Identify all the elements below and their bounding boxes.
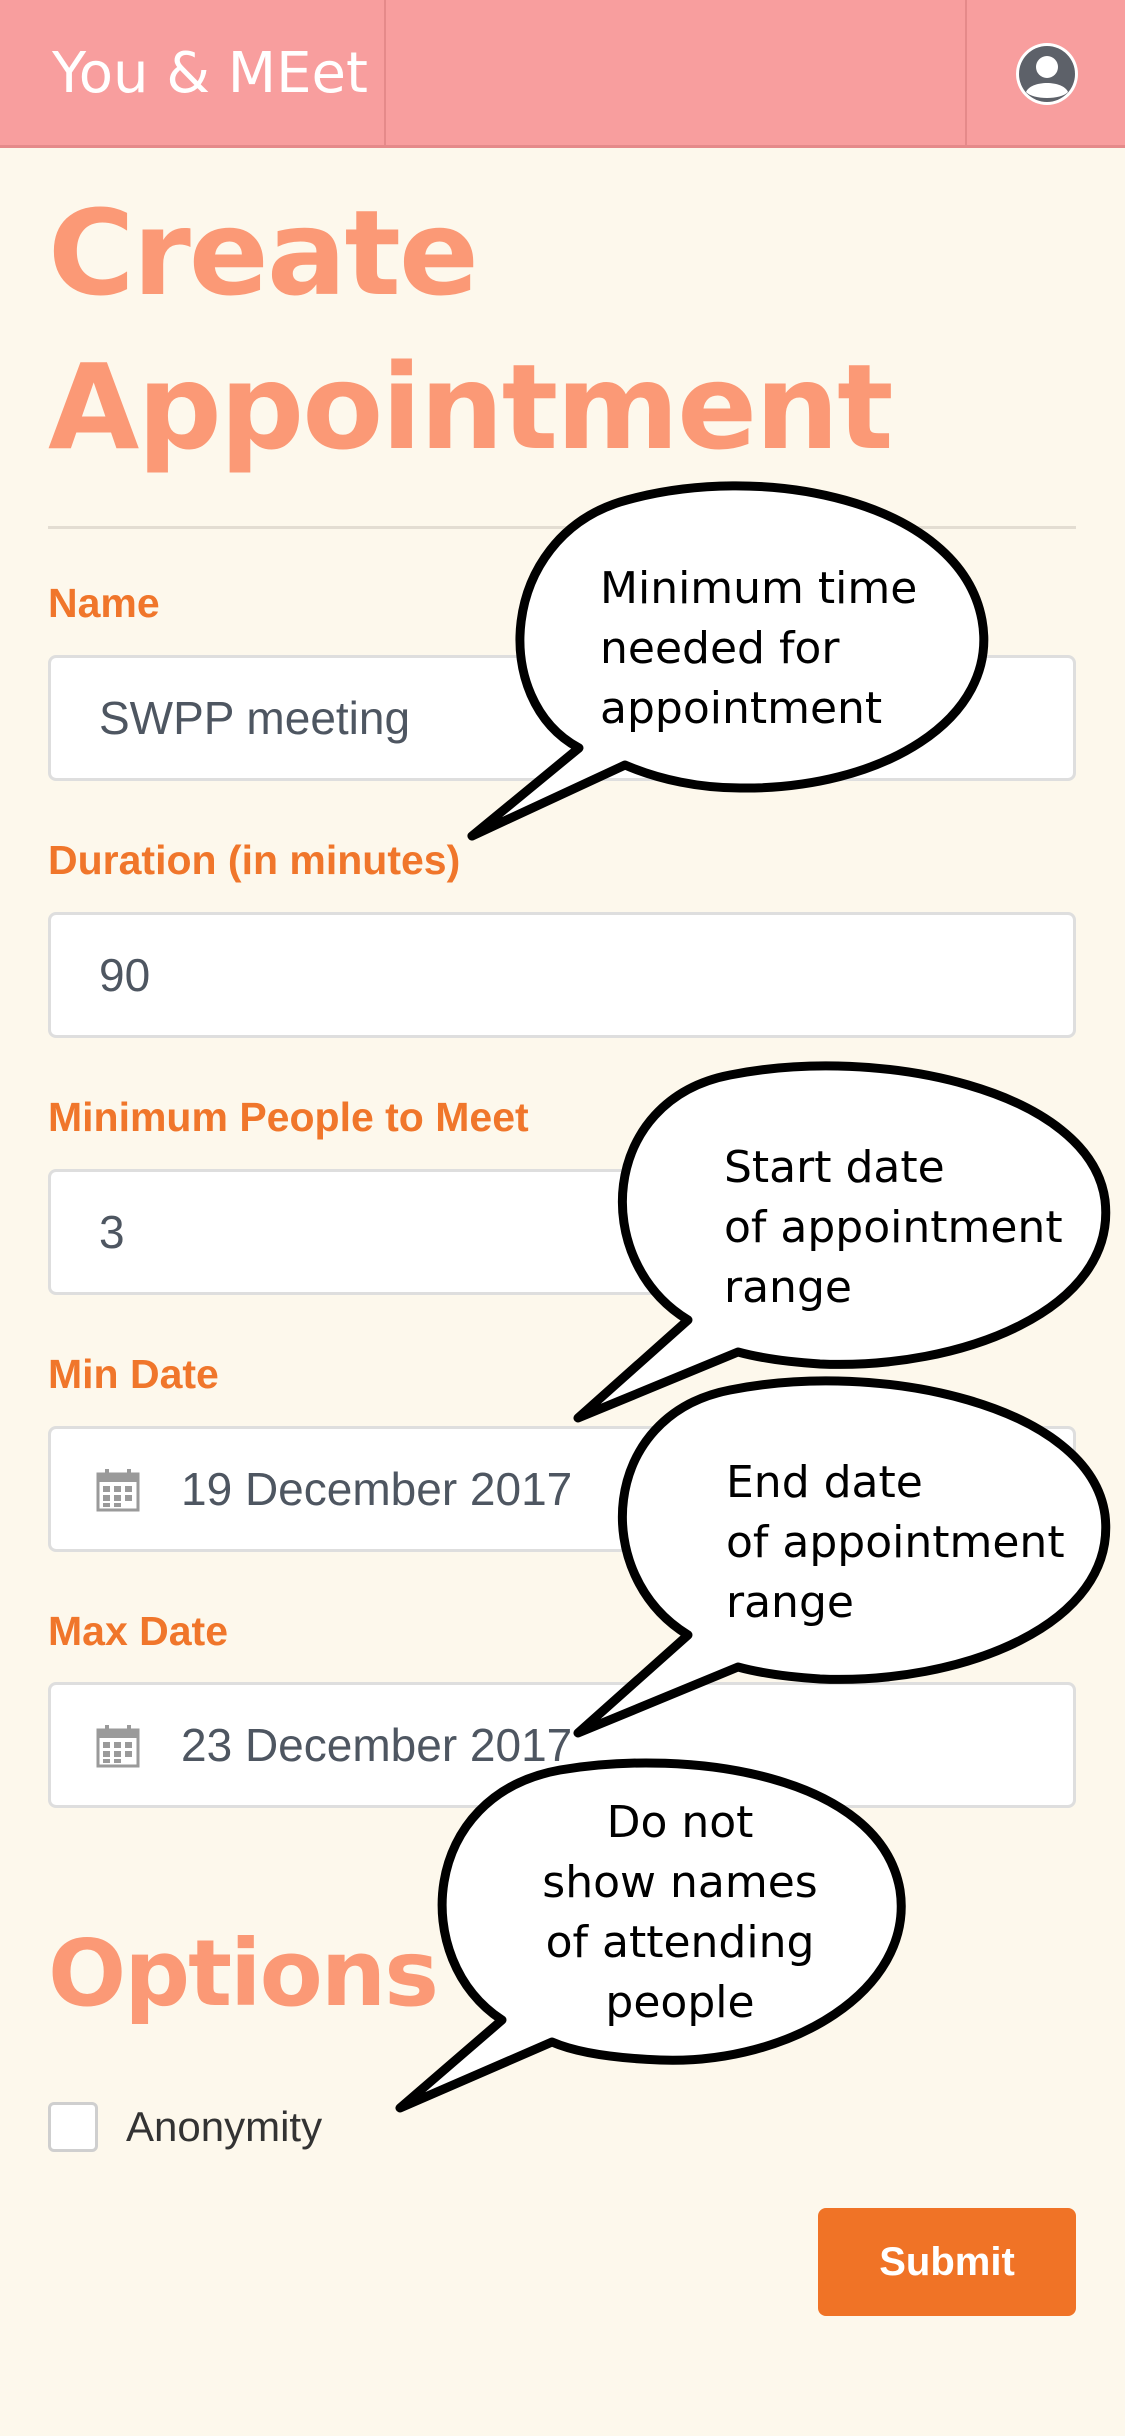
account-menu bbox=[965, 0, 1125, 148]
title-divider bbox=[48, 526, 1076, 529]
navbar: You & MEet bbox=[0, 0, 1125, 148]
max-date-annotation: End date of appointment range bbox=[726, 1457, 1065, 1628]
submit-button[interactable]: Submit bbox=[818, 2208, 1076, 2316]
page-title-line-2: Appointment bbox=[48, 338, 894, 476]
duration-label: Duration (in minutes) bbox=[48, 837, 461, 883]
page-title-line-1: Create bbox=[48, 184, 479, 322]
max-date-value: 23 December 2017 bbox=[181, 1719, 573, 1771]
calendar-icon bbox=[96, 1469, 140, 1512]
options-heading: Options bbox=[48, 1920, 439, 2027]
anonymity-checkbox[interactable] bbox=[48, 2102, 98, 2152]
name-label: Name bbox=[48, 580, 160, 626]
brand-logo[interactable]: You & MEet bbox=[0, 0, 386, 148]
duration-input[interactable]: 90 bbox=[48, 912, 1076, 1038]
name-input[interactable]: SWPP meeting bbox=[48, 655, 1076, 781]
anonymity-annotation: Do not show names of attending people bbox=[542, 1797, 818, 2028]
min-people-label: Minimum People to Meet bbox=[48, 1094, 529, 1140]
min-date-value: 19 December 2017 bbox=[181, 1463, 573, 1515]
user-avatar-icon[interactable] bbox=[1015, 42, 1079, 106]
calendar-icon bbox=[96, 1725, 140, 1768]
page-title: Create Appointment bbox=[48, 176, 1048, 484]
min-date-annotation: Start date of appointment range bbox=[724, 1142, 1063, 1313]
max-date-input[interactable]: 23 December 2017 bbox=[48, 1682, 1076, 1808]
max-date-label: Max Date bbox=[48, 1608, 229, 1654]
anonymity-label[interactable]: Anonymity bbox=[126, 2103, 322, 2151]
min-date-label: Min Date bbox=[48, 1351, 219, 1397]
duration-annotation: Minimum time needed for appointment bbox=[600, 563, 918, 734]
